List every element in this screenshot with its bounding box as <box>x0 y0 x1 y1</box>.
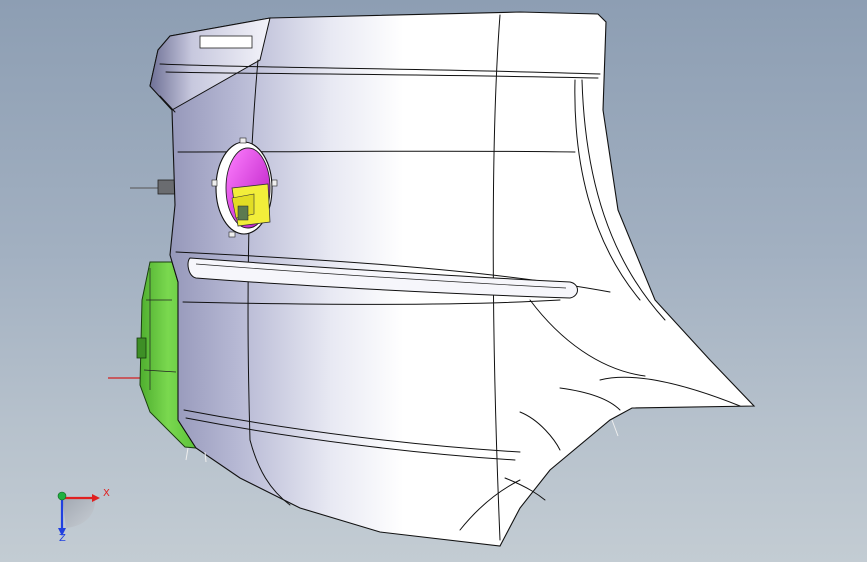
3d-cad-viewport[interactable]: X Z <box>0 0 867 562</box>
z-axis-label: Z <box>59 533 66 544</box>
coordinate-triad[interactable]: X Z <box>57 488 110 544</box>
y-axis-dot <box>57 491 67 501</box>
x-axis-label: X <box>103 488 110 499</box>
model-canvas[interactable]: X Z <box>0 0 867 562</box>
